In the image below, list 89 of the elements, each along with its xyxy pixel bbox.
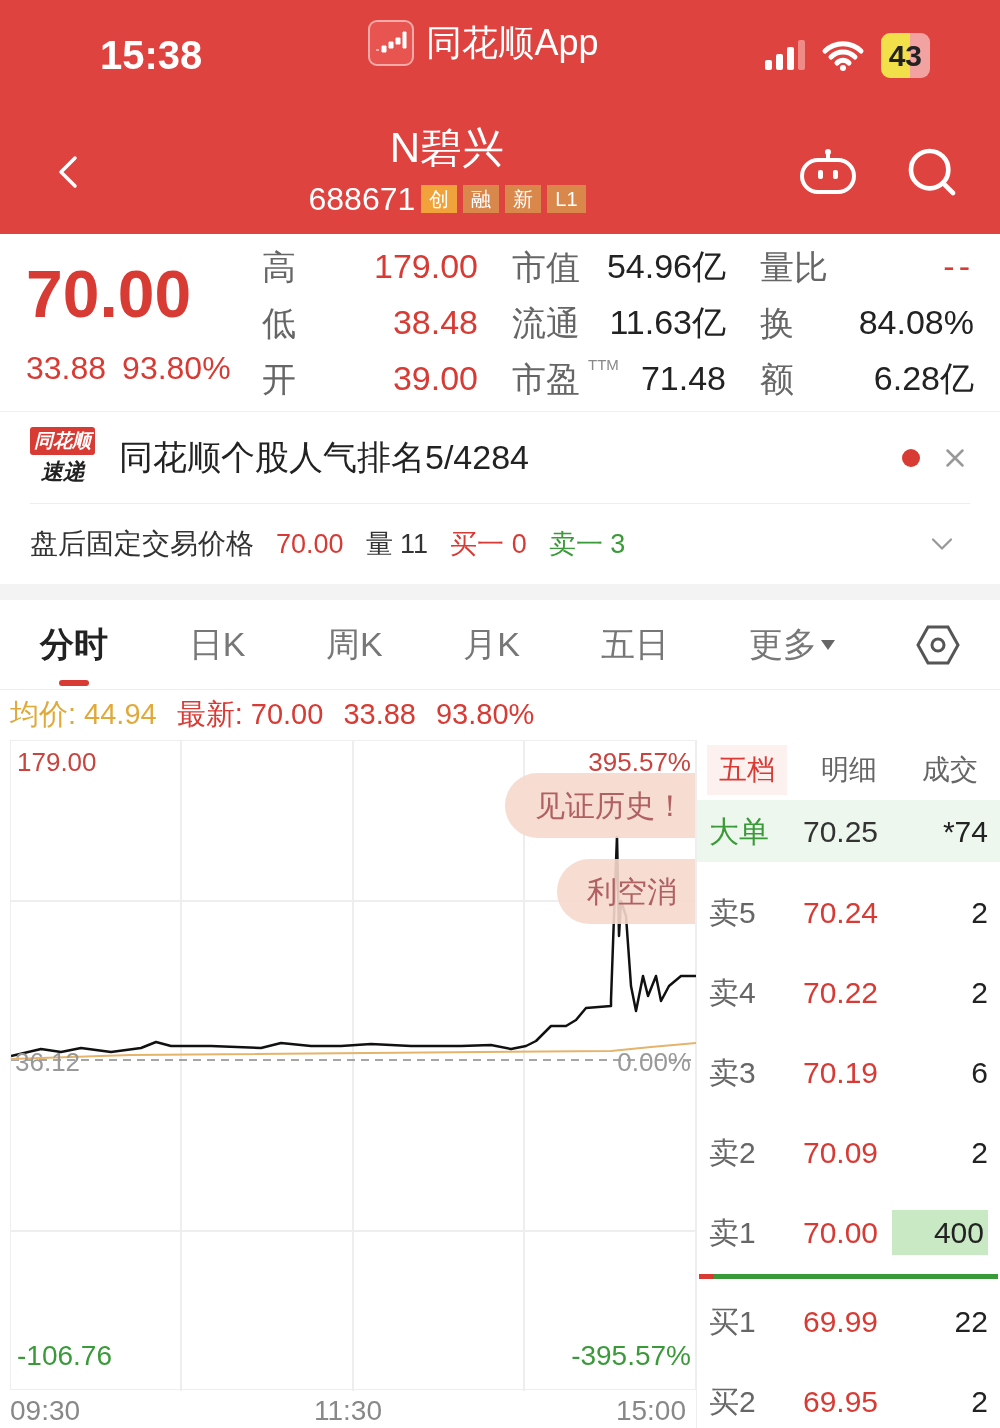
stock-tag: 创 — [421, 185, 458, 213]
stock-code: 688671 — [308, 180, 416, 219]
stat-value: 38.48 — [392, 302, 478, 343]
app-name: 同花顺App — [426, 21, 599, 65]
order-label: 买1 — [709, 1303, 757, 1340]
after-hours-label: 盘后固定交易价格 — [30, 527, 254, 561]
order-label: 卖4 — [709, 974, 757, 1011]
axis-label: 0.00% — [617, 1046, 691, 1079]
time-label: 11:30 — [314, 1394, 382, 1428]
order-volume: 400 — [892, 1209, 988, 1255]
order-price: 70.00 — [802, 1214, 879, 1251]
stat-label: 开 — [262, 358, 296, 400]
current-price: 70.00 — [26, 255, 193, 333]
stat-value: 11.63亿 — [609, 302, 726, 343]
chart-tab[interactable]: 更多 — [749, 599, 836, 690]
wifi-icon — [820, 39, 865, 71]
order-label: 卖2 — [709, 1134, 757, 1171]
chart-tab[interactable]: 周K — [326, 599, 383, 690]
axis-label: -106.76 — [17, 1339, 112, 1373]
chart-tab[interactable]: 月K — [463, 599, 521, 690]
stat-value: 54.96亿 — [606, 246, 726, 287]
time-label: 15:00 — [615, 1394, 686, 1428]
chart-tab[interactable]: 五日 — [600, 599, 669, 690]
order-label: 卖1 — [709, 1214, 757, 1251]
stock-tag: 新 — [505, 185, 542, 213]
stat-label: 额 — [760, 358, 794, 400]
after-hours-price: 70.00 — [276, 527, 344, 561]
axis-label: 179.00 — [17, 746, 97, 779]
stat-value: 39.00 — [392, 358, 478, 399]
stat-value: -- — [943, 246, 974, 287]
settings-icon[interactable] — [916, 624, 960, 665]
robot-icon[interactable] — [798, 148, 858, 196]
stat-label: 市盈 TTM — [512, 356, 619, 400]
news-badge: 同花顺 速递 — [30, 426, 95, 489]
stat-label: 流通 — [512, 302, 580, 344]
order-label: 大单 — [709, 813, 770, 850]
order-book-tab[interactable]: 五档 — [707, 745, 787, 795]
event-bubble[interactable]: 利空消 — [557, 859, 695, 924]
order-price: 70.25 — [802, 813, 879, 850]
order-volume: 2 — [970, 974, 988, 1011]
order-volume: 22 — [953, 1303, 988, 1340]
order-label: 买2 — [709, 1383, 757, 1420]
order-book-tab[interactable]: 明细 — [808, 745, 889, 795]
order-price: 70.22 — [802, 974, 879, 1011]
stat-value: 84.08% — [858, 302, 974, 343]
order-volume: 2 — [970, 1383, 988, 1420]
order-price: 69.99 — [802, 1303, 879, 1340]
order-volume: 6 — [970, 1054, 988, 1091]
percent-change: 93.80% — [122, 348, 231, 388]
app-icon — [368, 20, 415, 66]
stat-label: 换 — [760, 302, 794, 344]
bid-quantity: 买一 0 — [450, 527, 527, 561]
order-price: 69.95 — [802, 1383, 879, 1420]
stock-name: N碧兴 — [389, 123, 505, 173]
stock-tag: L1 — [547, 185, 586, 213]
latest-percent: 93.80% — [435, 697, 535, 733]
stat-label: 低 — [262, 302, 296, 344]
chart-tab[interactable]: 分时 — [40, 599, 108, 690]
stock-tag: 融 — [463, 185, 500, 213]
news-headline[interactable]: 同花顺个股人气排名5/4284 — [119, 432, 902, 483]
event-bubble[interactable]: 见证历史！ — [505, 773, 695, 838]
axis-label: -395.57% — [571, 1339, 691, 1373]
order-volume: 2 — [970, 1134, 988, 1171]
chart-tab[interactable]: 日K — [188, 599, 246, 690]
order-book-tab[interactable]: 成交 — [910, 745, 990, 795]
order-label: 卖5 — [709, 894, 757, 931]
price-change: 33.88 — [26, 348, 107, 388]
order-volume: *74 — [941, 813, 988, 850]
battery-indicator: 43 — [880, 32, 930, 78]
ask-quantity: 卖一 3 — [548, 527, 626, 561]
order-price: 70.09 — [802, 1134, 879, 1171]
order-volume: 2 — [970, 894, 988, 931]
average-price: 均价: 44.94 — [10, 697, 157, 733]
order-label: 卖3 — [709, 1054, 757, 1091]
latest-change: 33.88 — [343, 697, 416, 733]
clock: 15:38 — [100, 32, 203, 79]
latest-price: 最新: 70.00 — [176, 697, 324, 733]
stat-value: 71.48 — [640, 358, 726, 399]
order-price: 70.19 — [802, 1054, 879, 1091]
stat-label: 市值 — [512, 246, 580, 288]
volume-label: 量 11 — [365, 527, 429, 561]
order-price: 70.24 — [802, 894, 879, 931]
caret-icon — [821, 639, 836, 650]
stat-label: 高 — [262, 246, 296, 288]
stat-label: 量比 — [760, 246, 828, 288]
signal-icon — [764, 40, 805, 70]
stat-value: 6.28亿 — [873, 358, 974, 399]
stat-value: 179.00 — [374, 246, 478, 287]
time-label: 09:30 — [10, 1394, 81, 1428]
